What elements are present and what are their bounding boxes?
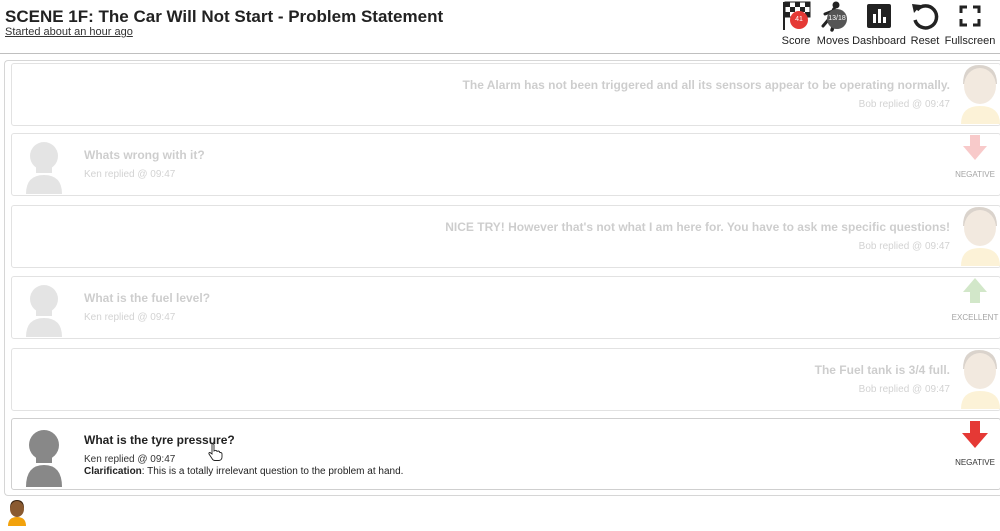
feedback-excellent: EXCELLENT <box>950 278 1000 322</box>
reset-icon <box>909 0 941 32</box>
message-meta: Bob replied @ 09:47 <box>858 384 950 395</box>
feedback-negative-active: NEGATIVE <box>950 421 1000 467</box>
moves-badge: 13/18 <box>827 9 847 29</box>
user-avatar <box>24 427 64 492</box>
clarification-body: : This is a totally irrelevant question … <box>141 466 404 477</box>
message-user-question-active: What is the tyre pressure? Ken replied @… <box>11 418 1000 490</box>
arrow-up-icon <box>963 278 987 303</box>
message-bot-reply: NICE TRY! However that's not what I am h… <box>11 205 1000 268</box>
feedback-label: EXCELLENT <box>951 313 999 322</box>
message-bot-reply: The Alarm has not been triggered and all… <box>11 63 1000 126</box>
message-text: The Alarm has not been triggered and all… <box>462 78 950 92</box>
user-avatar <box>24 282 64 342</box>
arrow-down-icon <box>962 421 988 448</box>
message-text: The Fuel tank is 3/4 full. <box>814 363 950 377</box>
bob-avatar <box>957 347 1000 409</box>
running-person-icon: 13/18 <box>817 0 849 32</box>
clarification-text: Clarification: This is a totally irrelev… <box>84 466 403 477</box>
fullscreen-button[interactable]: Fullscreen <box>941 0 999 50</box>
bob-avatar <box>957 62 1000 124</box>
message-bot-reply: The Fuel tank is 3/4 full. Bob replied @… <box>11 348 1000 411</box>
message-text: NICE TRY! However that's not what I am h… <box>445 220 950 234</box>
message-user-question: Whats wrong with it? Ken replied @ 09:47 <box>11 133 1000 196</box>
message-meta: Ken replied @ 09:47 <box>84 312 176 323</box>
hand-cursor-icon <box>207 443 223 466</box>
fullscreen-label: Fullscreen <box>944 35 996 47</box>
message-user-question: What is the fuel level? Ken replied @ 09… <box>11 276 1000 339</box>
message-meta: Ken replied @ 09:47 <box>84 169 176 180</box>
fullscreen-icon <box>954 0 986 32</box>
conversation-panel[interactable]: The Alarm has not been triggered and all… <box>4 60 1000 496</box>
feedback-label: NEGATIVE <box>955 170 995 179</box>
user-avatar <box>24 139 64 199</box>
feedback-label: NEGATIVE <box>955 458 995 467</box>
message-text: Whats wrong with it? <box>84 148 205 162</box>
clarification-label: Clarification <box>84 466 142 477</box>
bar-chart-icon <box>863 0 895 32</box>
bob-typing-avatar <box>7 499 27 526</box>
header-bar: SCENE 1F: The Car Will Not Start - Probl… <box>0 0 1000 54</box>
message-meta: Bob replied @ 09:47 <box>858 241 950 252</box>
started-time-link[interactable]: Started about an hour ago <box>5 26 133 38</box>
message-meta: Ken replied @ 09:47 <box>84 454 176 465</box>
feedback-negative: NEGATIVE <box>950 135 1000 179</box>
page-title: SCENE 1F: The Car Will Not Start - Probl… <box>5 7 444 26</box>
bob-avatar <box>957 204 1000 266</box>
message-text: What is the fuel level? <box>84 291 211 305</box>
message-meta: Bob replied @ 09:47 <box>858 99 950 110</box>
arrow-down-icon <box>963 135 987 160</box>
